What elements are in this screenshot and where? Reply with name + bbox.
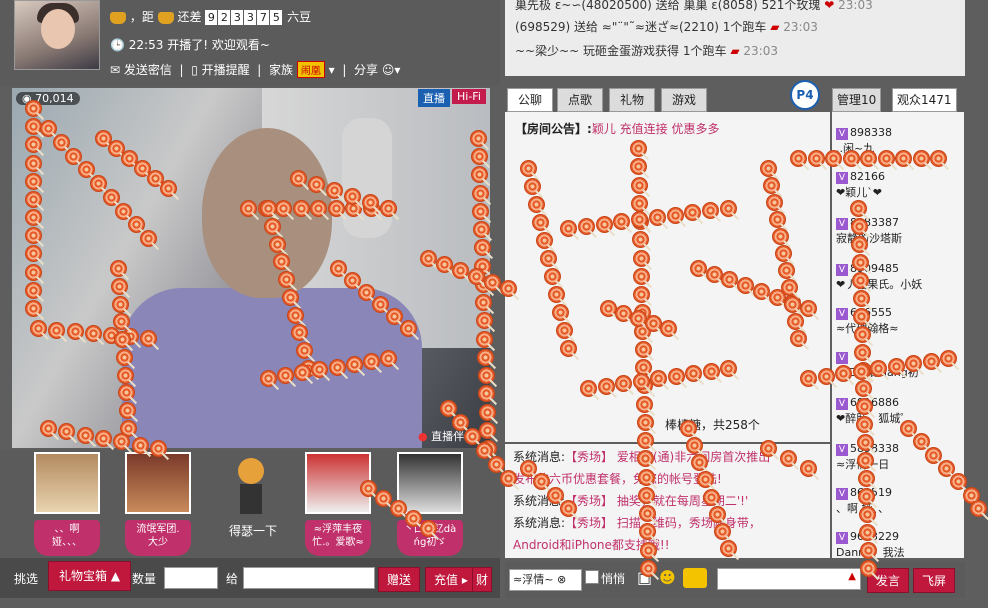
list-item[interactable]: V 898338 ..闲~九 xyxy=(836,126,892,156)
tab-admins[interactable]: 管理10 xyxy=(832,88,882,112)
whisper-checkbox[interactable] xyxy=(585,570,599,584)
live-partner-logo: ● 直播伴侣 xyxy=(418,430,476,443)
list-item[interactable]: V 82166 ❤颖儿`❤ xyxy=(836,170,885,200)
gift-broadcast-log: 巢先极 ε~∽(48020500) 送给 巢巢 ε(8058) 521个玫瑰 ❤… xyxy=(505,0,965,76)
anchor-actions: ✉ 发送密信 | ▯ 开播提醒 | 家族 闹凰 ▾ | 分享 ☺▾ xyxy=(110,61,401,78)
broadcast-line: (698529) 送给 ≈"¨"˜≈迷ざ≈(2210) 1个跑车 ▰ 23:03 xyxy=(515,20,818,34)
remaining-digits: 923375 xyxy=(205,10,287,25)
gift-item[interactable]: 得瑟一下 xyxy=(220,452,286,539)
send-message-button[interactable]: 发言 xyxy=(867,568,910,593)
share-icon[interactable]: ☺▾ xyxy=(382,63,401,77)
quantity-input[interactable] xyxy=(164,567,218,589)
phone-icon: ▯ xyxy=(191,63,198,77)
chat-input[interactable]: ▲ xyxy=(717,568,861,590)
list-item[interactable]: V 861519 、啊 娅、、 xyxy=(836,486,892,516)
crown-icon xyxy=(157,11,174,24)
rose-icon: ❤ xyxy=(824,0,835,12)
lollipop-icon xyxy=(962,486,980,504)
triangle-up-icon: ▲ xyxy=(110,569,121,583)
emoji-icon[interactable]: ☻ xyxy=(659,568,676,587)
recipient-input[interactable] xyxy=(243,567,375,589)
tab-public-chat[interactable]: 公聊 xyxy=(507,88,554,112)
list-item[interactable]: V 丶口迥钇dàng初 xyxy=(836,350,919,380)
share-link[interactable]: 分享 xyxy=(354,63,378,77)
car-icon: ▰ xyxy=(770,20,780,34)
list-item[interactable]: V 9633229 Danny、我法 xyxy=(836,530,905,558)
hifi-button[interactable]: Hi-Fi xyxy=(452,89,486,104)
p4-badge[interactable]: P4 xyxy=(790,80,820,110)
clock-icon: 🕒 xyxy=(110,38,125,52)
gift-item[interactable]: 、、啊 娅、、、 xyxy=(34,452,100,556)
anchor-avatar[interactable] xyxy=(14,0,100,70)
whisper-target-select[interactable]: ≈浮情~ ⊗ xyxy=(509,569,582,591)
wealth-button[interactable]: 财 xyxy=(472,567,493,592)
image-icon[interactable]: ▣ xyxy=(637,568,652,587)
family-label: 家族 xyxy=(268,63,293,77)
list-item[interactable]: V 5898338 ≈浮情一日 xyxy=(836,442,899,472)
tab-gifts[interactable]: 礼物 xyxy=(609,88,656,112)
tab-games[interactable]: 游戏 xyxy=(661,88,708,112)
mail-icon: ✉ xyxy=(110,63,121,77)
tab-audience[interactable]: 观众1471 xyxy=(892,88,957,112)
user-list: V 898338 ..闲~九 V 82166 ❤颖儿`❤ V 8983387 寂静的沙塔斯 … xyxy=(832,112,964,558)
start-notice: 🕒 22:53 开播了! 欢迎观看~ xyxy=(110,38,270,52)
chat-input-bar: ≈浮情~ ⊗ 悄悄 ▣ ☻ ▲ 发言 飞屏 xyxy=(505,562,965,598)
gift-item[interactable]: ≈浮萍丰夜 忙.。爱歌≈ xyxy=(305,452,371,556)
whisper-label: 悄悄 xyxy=(601,572,626,586)
chat-area: 【房间公告】:颖儿 充值连接 优惠多多 棒棒糖，共258个 xyxy=(505,112,830,442)
gift-summary: 棒棒糖，共258个 xyxy=(665,418,760,432)
family-tag[interactable]: 闹凰 xyxy=(296,61,325,78)
gift-item[interactable]: 丶口迥钇dà ńg初ゞ xyxy=(397,452,463,556)
chevron-down-icon[interactable]: ▾ xyxy=(329,63,335,77)
color-text-icon[interactable] xyxy=(683,568,707,588)
qty-label: 数量 xyxy=(132,572,157,586)
list-item[interactable]: V 8983387 寂静的沙塔斯 xyxy=(836,216,902,246)
video-player[interactable] xyxy=(12,88,490,448)
system-message: 系统消息:【秀场】 扫描二维码，秀场随身带， xyxy=(513,516,761,530)
give-label: 给 xyxy=(226,572,239,586)
broadcast-line: ~~梁少~~ 玩砸金蛋游戏获得 1个跑车 ▰ 23:03 xyxy=(515,44,778,58)
send-msg-link[interactable]: 发送密信 xyxy=(124,63,172,77)
crown-icon xyxy=(110,11,126,24)
list-item[interactable]: V 666555 ≈代理翰格≈ xyxy=(836,306,898,336)
tab-song-request[interactable]: 点歌 xyxy=(557,88,604,112)
chat-tabs: 公聊 点歌 礼物 游戏 xyxy=(505,84,825,112)
partner-icon: ● xyxy=(418,430,428,443)
lollipop-icon xyxy=(970,500,987,517)
gift-item[interactable]: 流氓军团. 大少 xyxy=(125,452,191,556)
list-item[interactable]: V 6916886 ❤醉卧、狐城゜ xyxy=(836,396,911,426)
broadcast-line: 巢先极 ε~∽(48020500) 送给 巢巢 ε(8058) 521个玫瑰 ❤… xyxy=(515,0,873,12)
send-gift-button[interactable]: 赠送 xyxy=(378,567,421,592)
room-announcement: 【房间公告】:颖儿 充值连接 优惠多多 xyxy=(515,122,720,136)
list-item[interactable]: V 8909485 ❤丿糖果氏。小妖 xyxy=(836,262,922,292)
system-message: 系统消息:【秀场】 抽奖，就在每周星期二'!' xyxy=(513,494,749,508)
recharge-button[interactable]: 充值 ▸ xyxy=(425,567,477,592)
system-messages: 系统消息:【秀场】 爱相随(通)非六间房首次推出 发布的六币优惠套餐，免您的帐号… xyxy=(505,444,830,558)
system-message: Android和iPhone都支持哦!! xyxy=(513,538,670,552)
system-message: 发布的六币优惠套餐，免您的帐号登陆! xyxy=(513,472,722,486)
gift-toolbar: 挑选 礼物宝箱 ▲ 数量 给 赠送 充值 ▸ 财 xyxy=(0,558,500,598)
close-icon: ⊗ xyxy=(556,573,567,586)
live-button[interactable]: 直播 xyxy=(418,89,450,107)
pick-label: 挑选 xyxy=(14,572,39,586)
eye-icon: ◉ xyxy=(22,92,36,105)
system-message: 系统消息:【秀场】 爱相随(通)非六间房首次推出 xyxy=(513,450,771,464)
start-remind-link[interactable]: 开播提醒 xyxy=(202,63,250,77)
microphone xyxy=(342,118,392,238)
gift-box-button[interactable]: 礼物宝箱 ▲ xyxy=(48,561,132,591)
fly-screen-button[interactable]: 飞屏 xyxy=(913,568,956,593)
level-progress: ，距 还差 923375 六豆 xyxy=(110,8,311,25)
gift-strip: 、、啊 娅、、、 流氓军团. 大少 得瑟一下 ≈浮萍丰夜 忙.。爱歌≈ 丶口迥钇… xyxy=(0,450,500,558)
triangle-up-icon: ▲ xyxy=(848,571,856,582)
user-tabs: 管理10 观众1471 xyxy=(832,86,964,112)
car-icon: ▰ xyxy=(730,44,740,58)
view-count: ◉ 70,014 xyxy=(16,92,80,105)
